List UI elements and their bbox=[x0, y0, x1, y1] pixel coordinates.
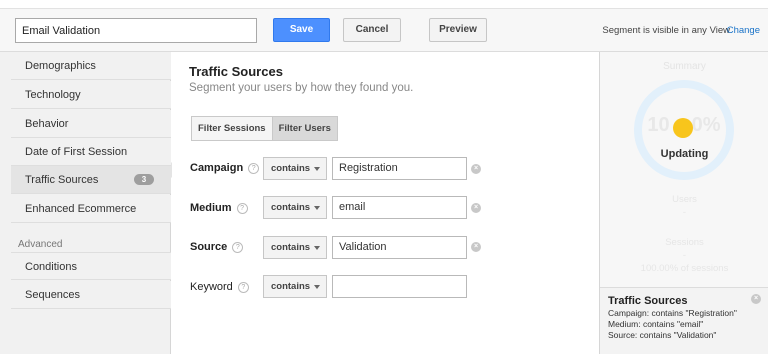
medium-operator-dropdown[interactable]: contains bbox=[263, 196, 327, 219]
source-operator-dropdown[interactable]: contains bbox=[263, 236, 327, 259]
medium-label: Medium? bbox=[190, 202, 248, 214]
condition-summary-title: Traffic Sources bbox=[608, 295, 688, 307]
campaign-label: Campaign? bbox=[190, 162, 260, 174]
sidebar-item-behavior[interactable]: Behavior bbox=[11, 110, 171, 138]
source-label: Source? bbox=[190, 241, 244, 253]
help-icon[interactable]: ? bbox=[236, 203, 248, 214]
visibility-text: Segment is visible in any View bbox=[602, 25, 730, 36]
filter-sessions-button[interactable]: Filter Sessions bbox=[192, 117, 272, 140]
sidebar-item-label: Demographics bbox=[25, 60, 96, 72]
help-icon[interactable]: ? bbox=[237, 282, 249, 293]
medium-value-input[interactable]: email bbox=[332, 196, 467, 219]
chevron-down-icon bbox=[314, 246, 320, 250]
sidebar-item-label: Behavior bbox=[25, 118, 69, 130]
close-icon[interactable]: × bbox=[751, 294, 761, 304]
sessions-percentage: 100.00% of sessions bbox=[640, 263, 729, 274]
campaign-operator-dropdown[interactable]: contains bbox=[263, 157, 327, 180]
traffic-sources-panel: Traffic Sources Segment your users by ho… bbox=[172, 52, 598, 354]
sidebar-item-label: Traffic Sources bbox=[25, 174, 99, 186]
sidebar-item-date-of-first-session[interactable]: Date of First Session bbox=[11, 138, 171, 166]
help-icon[interactable]: ? bbox=[232, 242, 244, 253]
campaign-value-input[interactable]: Registration bbox=[332, 157, 467, 180]
keyword-label: Keyword? bbox=[190, 281, 249, 293]
filter-users-button[interactable]: Filter Users bbox=[271, 117, 337, 140]
sidebar-item-conditions[interactable]: Conditions bbox=[11, 252, 171, 280]
keyword-operator-dropdown[interactable]: contains bbox=[263, 275, 327, 298]
cancel-button[interactable]: Cancel bbox=[343, 18, 401, 42]
sessions-value: - bbox=[682, 250, 687, 261]
chevron-down-icon bbox=[314, 285, 320, 289]
preview-button[interactable]: Preview bbox=[429, 18, 487, 42]
sidebar-item-label: Date of First Session bbox=[25, 146, 128, 158]
updating-status: Updating bbox=[660, 148, 709, 160]
advanced-section-label: Advanced bbox=[18, 239, 63, 250]
condition-summary-box: Traffic Sources Campaign: contains "Regi… bbox=[600, 287, 768, 354]
sidebar-item-sequences[interactable]: Sequences bbox=[11, 281, 171, 309]
chevron-down-icon bbox=[314, 167, 320, 171]
loading-spinner-icon bbox=[673, 118, 693, 138]
panel-title: Traffic Sources bbox=[189, 64, 283, 79]
condition-count-badge: 3 bbox=[134, 174, 154, 185]
keyword-value-input[interactable] bbox=[332, 275, 467, 298]
filter-scope-toggle: Filter Sessions Filter Users bbox=[191, 116, 338, 141]
sidebar-item-demographics[interactable]: Demographics bbox=[11, 52, 171, 80]
chevron-down-icon bbox=[314, 206, 320, 210]
sidebar-item-label: Technology bbox=[25, 89, 81, 101]
users-value: - bbox=[682, 207, 687, 218]
segment-name-input[interactable] bbox=[15, 18, 257, 43]
segment-editor-toolbar: Save Cancel Preview Segment is visible i… bbox=[0, 8, 768, 52]
clear-icon[interactable]: × bbox=[471, 203, 481, 213]
summary-title: Summary bbox=[663, 61, 706, 72]
clear-icon[interactable]: × bbox=[471, 164, 481, 174]
save-button[interactable]: Save bbox=[273, 18, 330, 42]
segment-summary-panel: Summary 10 0% Updating Users - Sessions -… bbox=[599, 52, 768, 354]
help-icon[interactable]: ? bbox=[248, 163, 260, 174]
condition-summary-line: Campaign: contains "Registration" bbox=[608, 308, 737, 318]
panel-subtitle: Segment your users by how they found you… bbox=[189, 82, 414, 94]
source-value-input[interactable]: Validation bbox=[332, 236, 467, 259]
clear-icon[interactable]: × bbox=[471, 242, 481, 252]
change-visibility-link[interactable]: Change bbox=[727, 25, 760, 36]
segment-category-sidebar: Demographics Technology Behavior Date of… bbox=[0, 52, 171, 354]
condition-summary-line: Source: contains "Validation" bbox=[608, 330, 717, 340]
sessions-label: Sessions bbox=[665, 237, 704, 248]
sidebar-item-label: Enhanced Ecommerce bbox=[25, 203, 137, 215]
sidebar-item-label: Sequences bbox=[25, 289, 81, 301]
sidebar-item-label: Conditions bbox=[25, 261, 77, 273]
sidebar-item-enhanced-ecommerce[interactable]: Enhanced Ecommerce bbox=[11, 195, 171, 223]
users-label: Users bbox=[672, 194, 697, 205]
condition-summary-line: Medium: contains "email" bbox=[608, 319, 704, 329]
sidebar-item-technology[interactable]: Technology bbox=[11, 81, 171, 109]
sidebar-item-traffic-sources[interactable]: Traffic Sources 3 bbox=[11, 166, 171, 194]
